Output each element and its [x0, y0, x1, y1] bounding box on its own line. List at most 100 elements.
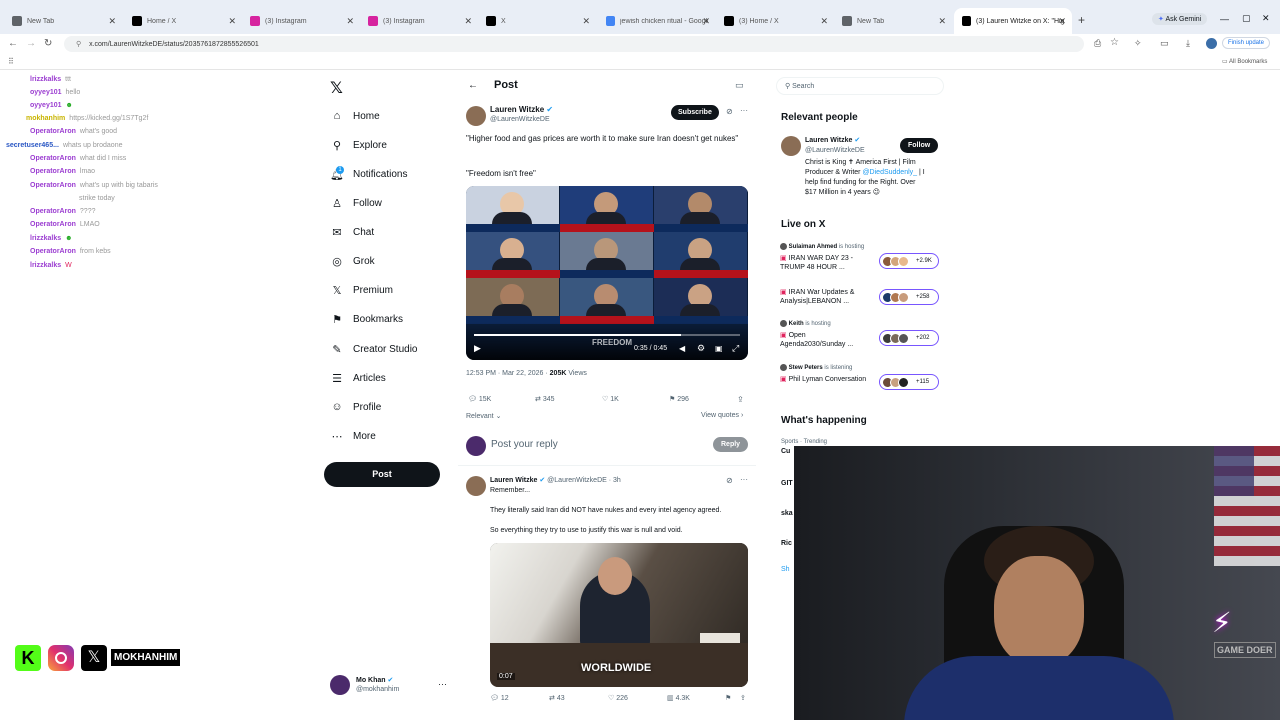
chat-username[interactable]: lrizzkalks: [30, 262, 61, 269]
more-dots-icon[interactable]: ···: [740, 475, 748, 484]
post-button[interactable]: Post: [324, 462, 440, 487]
fullscreen-icon[interactable]: ⤢: [732, 343, 739, 354]
more-dots-icon[interactable]: ···: [740, 106, 748, 115]
trend-item[interactable]: ska: [781, 510, 793, 517]
reply-video[interactable]: WORLDWIDE 0:07: [490, 543, 748, 687]
trend-item[interactable]: Sh: [781, 566, 790, 573]
close-tab-icon[interactable]: ✕: [228, 16, 236, 27]
nav-item-home[interactable]: ⌂ Home: [330, 110, 380, 122]
nav-item-chat[interactable]: ✉ Chat: [330, 226, 374, 239]
like-stat-button[interactable]: ♡ 1K: [602, 395, 619, 403]
extensions-icon[interactable]: ✧: [1134, 38, 1142, 49]
live-space-item[interactable]: Stew Peters is listening ▣ Phil Lyman Con…: [780, 364, 939, 390]
reply-replies[interactable]: 💬︎ 12: [490, 694, 509, 702]
browser-tab[interactable]: (3) Lauren Witzke on X: "High...✕: [954, 8, 1072, 34]
author-name[interactable]: Lauren Witzke ✔: [490, 105, 553, 114]
close-tab-icon[interactable]: ✕: [464, 16, 472, 27]
follow-button[interactable]: Follow: [900, 138, 939, 153]
chat-username[interactable]: OperatorAron: [30, 182, 76, 189]
reply-author-avatar[interactable]: [466, 476, 486, 496]
video-progress[interactable]: [474, 334, 740, 336]
chat-username[interactable]: OperatorAron: [30, 248, 76, 255]
browser-tab[interactable]: New Tab ✕: [4, 8, 122, 34]
nav-item-explore[interactable]: ⚲ Explore: [330, 139, 387, 152]
pip-icon[interactable]: ▣: [715, 344, 723, 353]
trend-item[interactable]: GIT: [781, 480, 793, 487]
chat-username[interactable]: lrizzkalks: [30, 76, 61, 83]
ask-gemini-button[interactable]: ✦ Ask Gemini: [1152, 13, 1208, 25]
reload-icon[interactable]: ↻: [44, 38, 52, 49]
star-icon[interactable]: ☆: [1110, 37, 1119, 48]
grok-icon[interactable]: ⊘: [726, 476, 733, 485]
settings-icon[interactable]: ⚙: [697, 343, 705, 354]
finish-update-button[interactable]: Finish update: [1222, 37, 1271, 49]
chat-username[interactable]: OperatorAron: [30, 128, 76, 135]
listener-pill[interactable]: +258: [879, 289, 939, 305]
author-handle[interactable]: @LaurenWitzkeDE: [490, 116, 550, 123]
browser-tab[interactable]: New Tab ✕: [834, 8, 952, 34]
nav-item-creator-studio[interactable]: ✎ Creator Studio: [330, 343, 417, 356]
all-bookmarks-link[interactable]: ▭ All Bookmarks: [1222, 58, 1267, 65]
close-window-button[interactable]: ✕: [1262, 13, 1270, 24]
install-icon[interactable]: ⎙: [1094, 38, 1101, 49]
browser-tab[interactable]: (3) Home / X ✕: [716, 8, 834, 34]
reply-views[interactable]: ▥ 4.3K: [667, 694, 690, 702]
chat-username[interactable]: OperatorAron: [30, 221, 76, 228]
share-icon[interactable]: ⇪: [737, 395, 744, 404]
nav-item-follow[interactable]: ♙ Follow: [330, 197, 382, 210]
post-video[interactable]: FREEDOM ▶ 0:35 / 0:45 ◀ ⚙ ▣ ⤢: [466, 186, 748, 360]
reply-reposts[interactable]: ⇄ 43: [549, 694, 565, 702]
sidepanel-icon[interactable]: ▭: [1160, 38, 1169, 49]
nav-item-bookmarks[interactable]: ⚑ Bookmarks: [330, 313, 403, 326]
chat-username[interactable]: mokhanhim: [26, 115, 65, 122]
nav-item-profile[interactable]: ☺ Profile: [330, 401, 381, 413]
reply-likes[interactable]: ♡ 226: [608, 694, 628, 702]
apps-icon[interactable]: ⠿: [8, 57, 14, 66]
x-logo-icon[interactable]: 𝕏: [330, 78, 343, 98]
browser-tab[interactable]: jewish chicken ritual - Google S...✕: [598, 8, 716, 34]
close-tab-icon[interactable]: ✕: [582, 16, 590, 27]
more-dots-icon[interactable]: ···: [438, 679, 447, 689]
maximize-button[interactable]: ▢: [1242, 13, 1251, 24]
live-space-item[interactable]: ▣ IRAN War Updates & Analysis|LEBANON ..…: [780, 288, 939, 306]
author-avatar[interactable]: [466, 106, 486, 126]
chat-username[interactable]: OperatorAron: [30, 168, 76, 175]
close-tab-icon[interactable]: ✕: [820, 16, 828, 27]
browser-tab[interactable]: X ✕: [478, 8, 596, 34]
new-tab-button[interactable]: +: [1078, 13, 1085, 27]
nav-item-articles[interactable]: ☰ Articles: [330, 372, 386, 385]
chat-username[interactable]: lrizzkalks: [30, 235, 61, 242]
trend-item[interactable]: Cu: [781, 448, 790, 455]
download-icon[interactable]: ⤓: [1186, 38, 1190, 49]
browser-tab[interactable]: (3) Instagram ✕: [242, 8, 360, 34]
search-input[interactable]: ⚲ Search: [776, 77, 944, 95]
back-icon[interactable]: ←: [8, 38, 18, 49]
bookmark-icon[interactable]: ⚑: [725, 694, 731, 702]
browser-tab[interactable]: Home / X ✕: [124, 8, 242, 34]
reply-button[interactable]: Reply: [713, 437, 749, 452]
chat-username[interactable]: OperatorAron: [30, 208, 76, 215]
rp-name[interactable]: Lauren Witzke ✔: [805, 136, 860, 144]
nav-item-more[interactable]: ⋯ More: [330, 430, 376, 443]
volume-icon[interactable]: ◀: [679, 344, 685, 353]
grok-icon[interactable]: ⊘: [726, 107, 733, 116]
close-tab-icon[interactable]: ✕: [1058, 16, 1066, 27]
chat-username[interactable]: oyyey101: [30, 102, 62, 109]
trend-item[interactable]: Ric: [781, 540, 792, 547]
account-switcher[interactable]: Mo Khan ✔ @mokhanhim ···: [330, 675, 450, 697]
close-tab-icon[interactable]: ✕: [702, 16, 710, 27]
listener-pill[interactable]: +2.9K: [879, 253, 939, 269]
chat-username[interactable]: oyyey101: [30, 89, 62, 96]
nav-item-premium[interactable]: 𝕏 Premium: [330, 284, 393, 297]
sort-dropdown[interactable]: Relevant ⌄: [466, 412, 501, 420]
minimize-button[interactable]: —: [1220, 14, 1229, 24]
repost-stat-button[interactable]: ⇄ 345: [535, 395, 555, 403]
chat-username[interactable]: OperatorAron: [30, 155, 76, 162]
view-quotes-link[interactable]: View quotes ›: [701, 412, 743, 419]
live-space-item[interactable]: Sulaiman Ahmed is hosting ▣ IRAN WAR DAY …: [780, 243, 939, 272]
listener-pill[interactable]: +115: [879, 374, 939, 390]
browser-tab[interactable]: (3) Instagram ✕: [360, 8, 478, 34]
url-field[interactable]: ⚲ x.com/LaurenWitzkeDE/status/2035761872…: [64, 36, 1084, 52]
chat-username[interactable]: secretuser465...: [6, 142, 59, 149]
reply-author[interactable]: Lauren Witzke ✔ @LaurenWitzkeDE · 3h: [490, 476, 621, 484]
